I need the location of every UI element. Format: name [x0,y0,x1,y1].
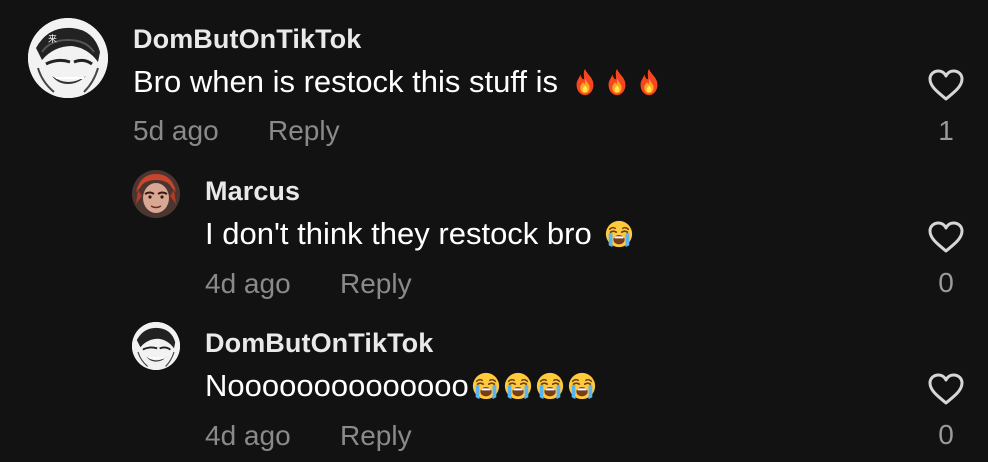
comment-text: Bro when is restock this stuff is [133,62,664,102]
avatar[interactable] [132,322,180,370]
like-count: 0 [938,267,954,298]
reply-comment-item: Marcus I don't think they restock bro 4d… [0,152,988,302]
heart-icon[interactable] [927,220,965,254]
comment-username[interactable]: DomButOnTikTok [205,328,433,359]
comment-timestamp: 5d ago [133,115,219,146]
comment-text-content: I don't think they restock bro [205,216,592,251]
like-count: 1 [938,115,954,146]
loudly-crying-face-icon [503,371,533,401]
heart-icon[interactable] [927,372,965,406]
like-count: 0 [938,419,954,450]
loudly-crying-face-icon [471,371,501,401]
fire-icon [634,67,664,97]
reply-button[interactable]: Reply [340,268,412,300]
reply-comment-item: DomButOnTikTok Noooooooooooooo 4d ago Re… [0,304,988,462]
fire-icon [602,67,632,97]
loudly-crying-face-icon [604,219,634,249]
reply-button[interactable]: Reply [268,115,340,147]
reply-button[interactable]: Reply [340,420,412,452]
manga-face-avatar-icon: 来 [28,18,108,98]
avatar[interactable] [132,170,180,218]
comment-timestamp: 4d ago [205,420,291,451]
avatar[interactable]: 来 [28,18,108,98]
comment-text-content: Bro when is restock this stuff is [133,64,558,99]
comment-text-content: Noooooooooooooo [205,368,469,403]
comment-item: 来 DomButOnTikTok Bro when is restock thi… [0,0,988,150]
comment-text: Noooooooooooooo [205,366,597,406]
loudly-crying-face-icon [535,371,565,401]
svg-text:来: 来 [48,34,57,45]
fire-icon [570,67,600,97]
comment-username[interactable]: Marcus [205,176,300,207]
comment-timestamp: 4d ago [205,268,291,299]
comment-username[interactable]: DomButOnTikTok [133,24,361,55]
comment-text: I don't think they restock bro [205,214,634,254]
heart-icon[interactable] [927,68,965,102]
manga-face-avatar-icon [132,322,180,370]
loudly-crying-face-icon [567,371,597,401]
red-hair-anime-avatar-icon [132,170,180,218]
